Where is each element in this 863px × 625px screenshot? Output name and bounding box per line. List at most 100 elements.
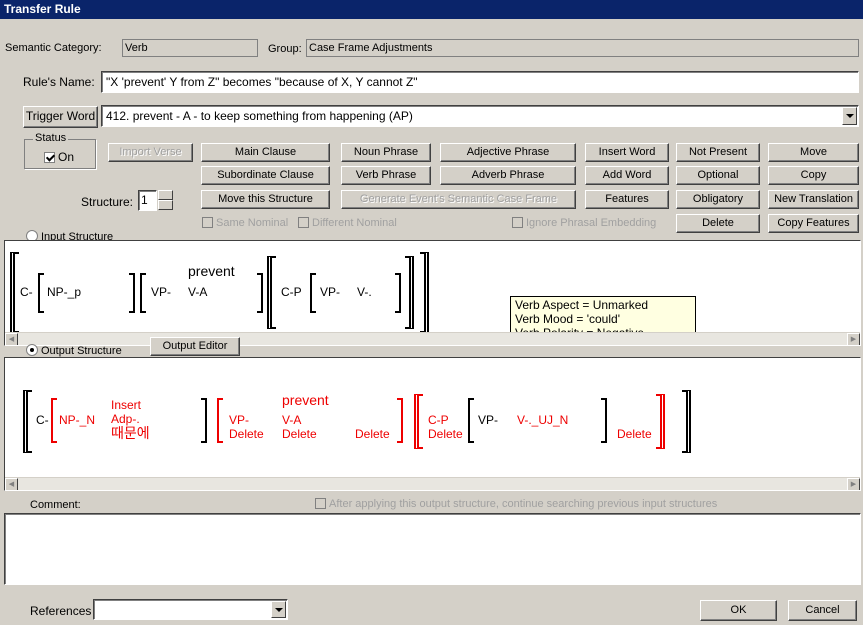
bracket bbox=[468, 398, 474, 443]
output-delete-label[interactable]: Delete bbox=[428, 428, 463, 441]
structure-input[interactable]: 1 bbox=[138, 190, 157, 211]
scroll-right-icon[interactable]: ▶ bbox=[847, 478, 860, 490]
features-button[interactable]: Features bbox=[585, 190, 669, 209]
output-structure-label: Output Structure bbox=[41, 345, 122, 357]
bracket bbox=[140, 273, 146, 313]
structure-label: Structure: bbox=[81, 195, 134, 209]
ignore-phrasal-checkbox[interactable]: Ignore Phrasal Embedding bbox=[512, 217, 656, 229]
main-clause-button[interactable]: Main Clause bbox=[201, 143, 330, 162]
group-label: Group: bbox=[268, 43, 302, 55]
noun-phrase-button[interactable]: Noun Phrase bbox=[341, 143, 431, 162]
output-verb-word[interactable]: prevent bbox=[282, 393, 329, 407]
move-this-structure-button[interactable]: Move this Structure bbox=[201, 190, 330, 209]
checkbox-icon[interactable] bbox=[315, 498, 326, 509]
input-v2-label[interactable]: V-. bbox=[357, 286, 372, 299]
output-scrollbar[interactable]: ◀ ▶ bbox=[5, 477, 860, 490]
status-on-checkbox[interactable]: On bbox=[44, 150, 74, 164]
different-nominal-checkbox[interactable]: Different Nominal bbox=[298, 217, 397, 229]
scroll-left-icon[interactable]: ◀ bbox=[5, 478, 18, 490]
scroll-right-icon[interactable]: ▶ bbox=[847, 333, 860, 345]
import-verse-button[interactable]: Import Verse bbox=[108, 143, 193, 162]
output-np-label[interactable]: NP-_N bbox=[59, 414, 95, 427]
chevron-down-icon[interactable] bbox=[271, 601, 286, 618]
same-nominal-label: Same Nominal bbox=[216, 217, 289, 229]
checkbox-icon[interactable] bbox=[202, 217, 213, 228]
input-np-label[interactable]: NP-_p bbox=[47, 286, 81, 299]
move-button[interactable]: Move bbox=[768, 143, 859, 162]
input-scrollbar[interactable]: ◀ ▶ bbox=[5, 332, 860, 345]
checkbox-icon[interactable] bbox=[512, 217, 523, 228]
clause-bracket bbox=[656, 394, 665, 449]
output-structure-panel[interactable]: C- NP-_N Insert Adp-. 때문에 VP- Delete pre… bbox=[4, 357, 861, 491]
clause-bracket bbox=[23, 390, 32, 453]
spin-up-icon[interactable] bbox=[158, 190, 173, 200]
clause-bracket bbox=[414, 394, 423, 449]
output-v2-label[interactable]: V-._UJ_N bbox=[517, 414, 568, 427]
output-korean-word[interactable]: 때문에 bbox=[111, 426, 150, 440]
verb-phrase-button[interactable]: Verb Phrase bbox=[341, 166, 431, 185]
tooltip-line: Verb Mood = 'could' bbox=[515, 312, 620, 326]
output-delete-label[interactable]: Delete bbox=[282, 428, 317, 441]
subordinate-clause-button[interactable]: Subordinate Clause bbox=[201, 166, 330, 185]
spin-down-icon[interactable] bbox=[158, 200, 173, 210]
output-va-label[interactable]: V-A bbox=[282, 414, 301, 427]
output-structure-radio[interactable]: Output Structure bbox=[26, 344, 122, 357]
checkbox-icon[interactable] bbox=[298, 217, 309, 228]
bracket bbox=[38, 273, 44, 313]
clause-bracket bbox=[405, 256, 414, 329]
input-vp2-label[interactable]: VP- bbox=[320, 286, 340, 299]
scroll-left-icon[interactable]: ◀ bbox=[5, 333, 18, 345]
radio-icon[interactable] bbox=[26, 344, 38, 356]
new-translation-button[interactable]: New Translation bbox=[768, 190, 859, 209]
input-va-label[interactable]: V-A bbox=[188, 286, 207, 299]
delete-button[interactable]: Delete bbox=[676, 214, 760, 233]
after-applying-checkbox[interactable]: After applying this output structure, co… bbox=[315, 498, 717, 510]
trigger-word-button[interactable]: Trigger Word bbox=[23, 106, 98, 128]
input-vp-label[interactable]: VP- bbox=[151, 286, 171, 299]
bracket bbox=[129, 273, 135, 313]
title-bar: Transfer Rule bbox=[0, 0, 863, 19]
tooltip-line: Verb Aspect = Unmarked bbox=[515, 298, 649, 312]
after-applying-label: After applying this output structure, co… bbox=[329, 498, 718, 510]
output-delete-label[interactable]: Delete bbox=[229, 428, 264, 441]
output-delete-label[interactable]: Delete bbox=[355, 428, 390, 441]
output-insert-label[interactable]: Insert bbox=[111, 399, 141, 412]
output-vp2-label[interactable]: VP- bbox=[478, 414, 498, 427]
adverb-phrase-button[interactable]: Adverb Phrase bbox=[440, 166, 576, 185]
checkbox-icon[interactable] bbox=[44, 152, 55, 163]
optional-button[interactable]: Optional bbox=[676, 166, 760, 185]
insert-word-button[interactable]: Insert Word bbox=[585, 143, 669, 162]
adjective-phrase-button[interactable]: Adjective Phrase bbox=[440, 143, 576, 162]
input-verb-word[interactable]: prevent bbox=[188, 264, 235, 278]
rule-name-input[interactable]: "X 'prevent' Y from Z" becomes "because … bbox=[101, 71, 859, 93]
output-cp-label[interactable]: C-P bbox=[428, 414, 449, 427]
output-delete-label[interactable]: Delete bbox=[617, 428, 652, 441]
clause-bracket bbox=[420, 252, 429, 333]
copy-button[interactable]: Copy bbox=[768, 166, 859, 185]
trigger-word-dropdown[interactable]: 412. prevent - A - to keep something fro… bbox=[101, 105, 859, 127]
not-present-button[interactable]: Not Present bbox=[676, 143, 760, 162]
comment-textarea[interactable] bbox=[4, 513, 861, 585]
output-vp-label[interactable]: VP- bbox=[229, 414, 249, 427]
output-editor-button[interactable]: Output Editor bbox=[150, 337, 240, 356]
trigger-word-value: 412. prevent - A - to keep something fro… bbox=[106, 109, 413, 123]
references-dropdown[interactable] bbox=[93, 599, 288, 620]
bracket bbox=[310, 273, 316, 313]
different-nominal-label: Different Nominal bbox=[312, 217, 397, 229]
input-c-label: C- bbox=[20, 285, 33, 299]
group-field: Case Frame Adjustments bbox=[306, 39, 859, 57]
same-nominal-checkbox[interactable]: Same Nominal bbox=[202, 217, 288, 229]
status-on-label: On bbox=[58, 150, 75, 164]
bracket bbox=[601, 398, 607, 443]
input-structure-panel[interactable]: C- NP-_p VP- prevent V-A C-P VP- V-. Ver… bbox=[4, 240, 861, 346]
status-group-label: Status bbox=[33, 132, 69, 144]
obligatory-button[interactable]: Obligatory bbox=[676, 190, 760, 209]
ok-button[interactable]: OK bbox=[700, 600, 777, 621]
references-label: References bbox=[30, 604, 92, 618]
cancel-button[interactable]: Cancel bbox=[788, 600, 857, 621]
chevron-down-icon[interactable] bbox=[842, 107, 857, 125]
input-cp-label[interactable]: C-P bbox=[281, 286, 302, 299]
copy-features-button[interactable]: Copy Features bbox=[768, 214, 859, 233]
generate-case-frame-button[interactable]: Generate Event's Semantic Case Frame bbox=[341, 190, 576, 209]
add-word-button[interactable]: Add Word bbox=[585, 166, 669, 185]
